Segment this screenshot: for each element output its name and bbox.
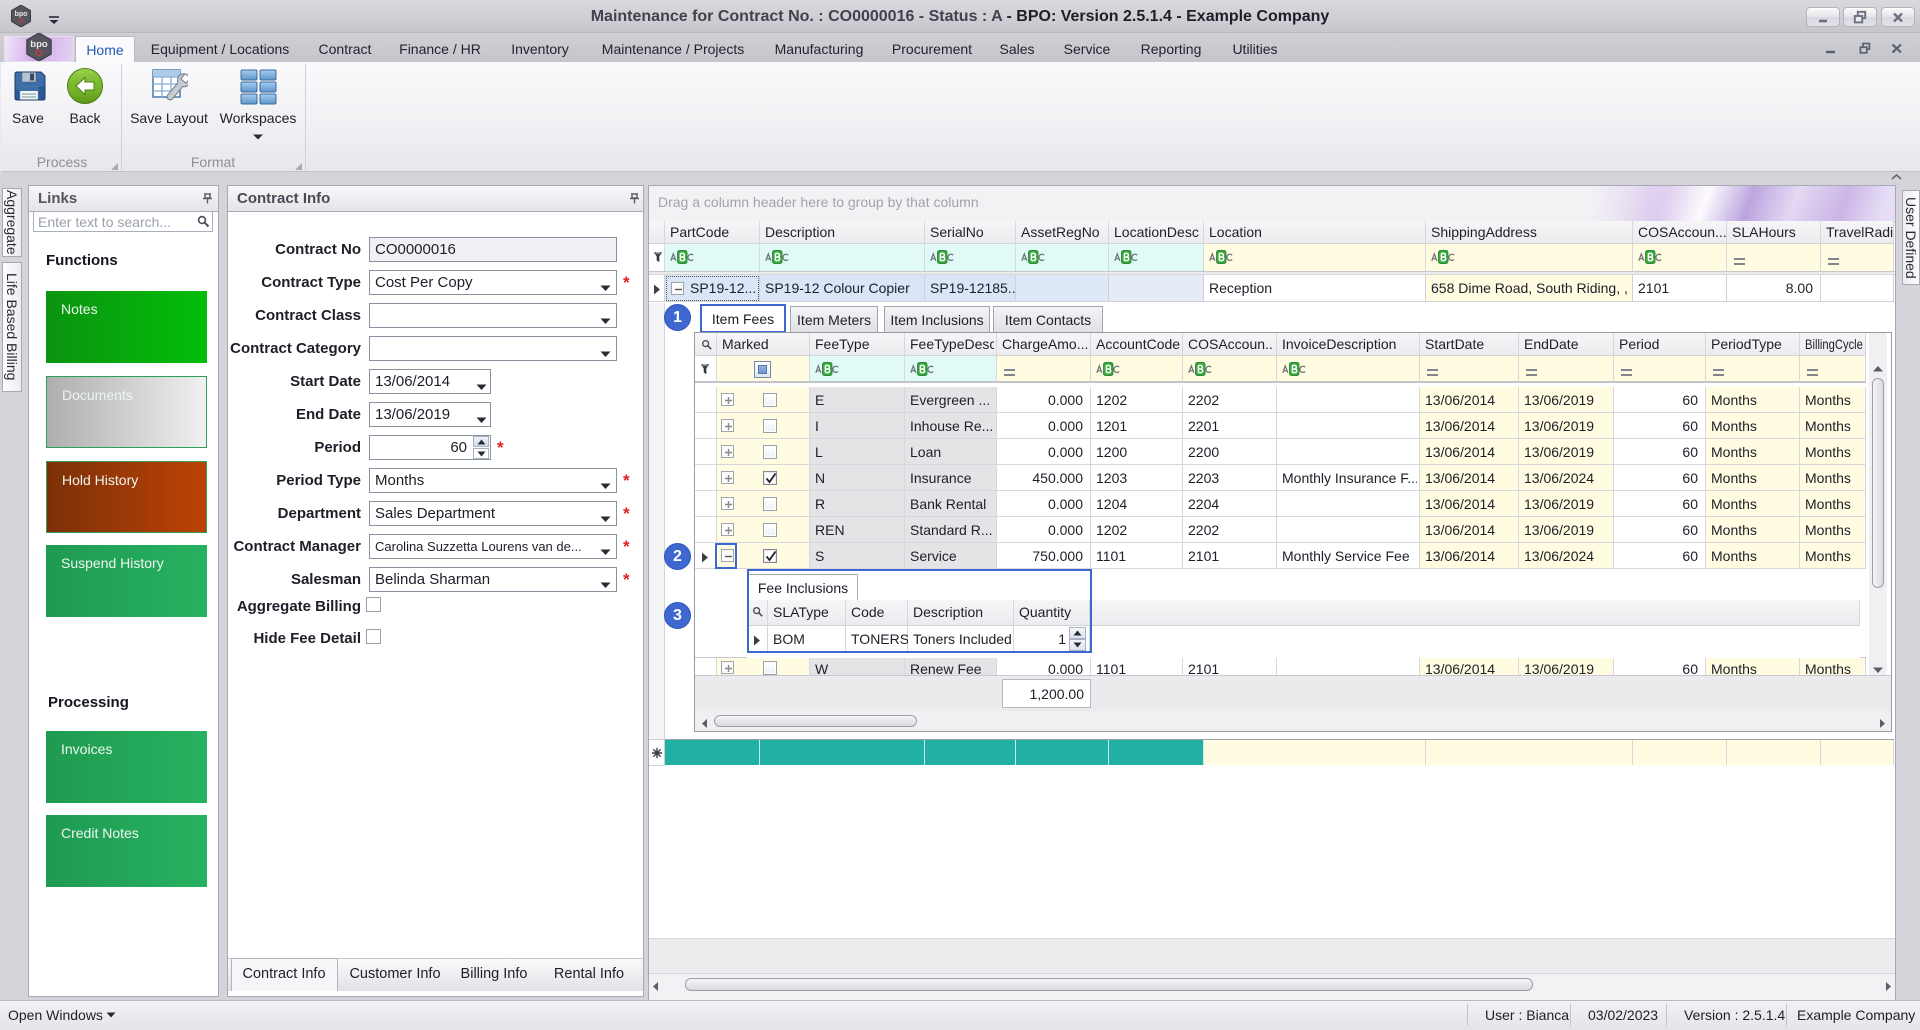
svg-text:bpo: bpo <box>30 39 48 50</box>
